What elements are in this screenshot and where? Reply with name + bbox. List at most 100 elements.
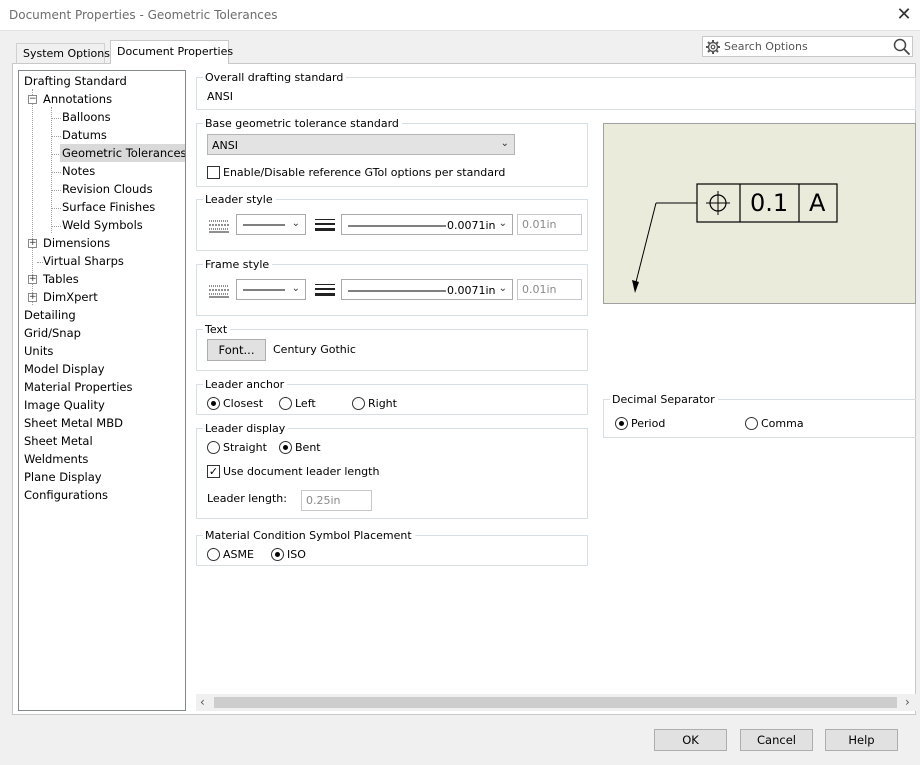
tree-item-grid-snap[interactable]: Grid/Snap (24, 324, 81, 342)
leader-display-title: Leader display (203, 422, 289, 435)
search-icon[interactable] (893, 38, 911, 56)
anchor-closest-radio[interactable] (207, 397, 220, 410)
mcs-iso-label: ISO (287, 548, 306, 561)
leader-length-field[interactable]: 0.25in (301, 490, 372, 511)
leader-line-style-select[interactable]: ⌄ (236, 214, 306, 235)
tree-item-datums[interactable]: Datums (62, 126, 107, 144)
tree-item-tables[interactable]: Tables (43, 270, 79, 288)
anchor-closest-label: Closest (223, 397, 264, 410)
help-button[interactable]: Help (825, 729, 898, 751)
decimal-period-radio[interactable] (615, 417, 628, 430)
tree-item-balloons[interactable]: Balloons (62, 108, 111, 126)
text-title: Text (203, 323, 231, 336)
scrollbar-thumb[interactable] (214, 697, 897, 708)
options-tree: Drafting Standard − Annotations Balloons… (18, 70, 186, 711)
frame-thickness-value: 0.0071in (447, 284, 496, 297)
tree-item-model-display[interactable]: Model Display (24, 360, 105, 378)
leader-straight-radio[interactable] (207, 441, 220, 454)
close-icon[interactable]: ✕ (893, 4, 915, 26)
gtol-preview: 0.1 A (603, 123, 916, 304)
overall-standard-value: ANSI (207, 90, 233, 103)
decimal-comma-label: Comma (761, 417, 804, 430)
leader-length-label: Leader length: (207, 492, 287, 505)
tree-item-plane-display[interactable]: Plane Display (24, 468, 102, 486)
anchor-right-label: Right (368, 397, 397, 410)
base-standard-select[interactable]: ANSI ⌄ (207, 134, 515, 155)
tree-item-notes[interactable]: Notes (62, 162, 95, 180)
line-thickness-icon (315, 219, 335, 231)
anchor-left-radio[interactable] (279, 397, 292, 410)
collapse-icon[interactable]: − (28, 95, 37, 104)
frame-style-title: Frame style (203, 258, 273, 271)
tree-item-weld-symbols[interactable]: Weld Symbols (62, 216, 143, 234)
chevron-down-icon: ⌄ (291, 218, 300, 229)
line-style-icon (209, 220, 229, 233)
ok-button[interactable]: OK (654, 729, 727, 751)
chevron-down-icon: ⌄ (498, 283, 507, 294)
chevron-down-icon: ⌄ (500, 138, 509, 149)
tree-item-detailing[interactable]: Detailing (24, 306, 76, 324)
anchor-left-label: Left (295, 397, 316, 410)
preview-tolerance-value: 0.1 (750, 189, 789, 217)
title-bar: Document Properties - Geometric Toleranc… (0, 0, 920, 31)
mcs-asme-radio[interactable] (207, 548, 220, 561)
leader-bent-radio[interactable] (279, 441, 292, 454)
scroll-left-icon[interactable]: ‹ (200, 695, 205, 709)
gtol-reference-checkbox[interactable] (207, 166, 220, 179)
search-input[interactable]: Search Options (702, 36, 913, 57)
gtol-reference-label: Enable/Disable reference GTol options pe… (223, 166, 506, 179)
tree-item-geometric-tolerances[interactable]: Geometric Tolerances (60, 144, 185, 162)
leader-thickness-value: 0.0071in (447, 219, 496, 232)
use-document-leader-length-checkbox[interactable]: ✓ (207, 465, 220, 478)
anchor-right-radio[interactable] (352, 397, 365, 410)
horizontal-scrollbar[interactable]: ‹ › (196, 694, 916, 711)
frame-custom-thickness-field[interactable]: 0.01in (517, 279, 582, 300)
scroll-right-icon[interactable]: › (905, 695, 910, 709)
mcs-asme-label: ASME (223, 548, 254, 561)
chevron-down-icon: ⌄ (291, 283, 300, 294)
tree-item-configurations[interactable]: Configurations (24, 486, 108, 504)
tree-item-annotations[interactable]: Annotations (43, 90, 112, 108)
expand-icon[interactable]: + (28, 239, 37, 248)
mcs-placement-title: Material Condition Symbol Placement (203, 529, 415, 542)
tree-item-revision-clouds[interactable]: Revision Clouds (62, 180, 153, 198)
frame-line-style-select[interactable]: ⌄ (236, 279, 306, 300)
chevron-down-icon: ⌄ (498, 218, 507, 229)
frame-thickness-select[interactable]: 0.0071in ⌄ (341, 279, 513, 300)
tree-item-dimxpert[interactable]: DimXpert (43, 288, 98, 306)
tree-item-sheet-metal[interactable]: Sheet Metal (24, 432, 93, 450)
window-title: Document Properties - Geometric Toleranc… (9, 8, 278, 22)
leader-style-title: Leader style (203, 193, 276, 206)
leader-bent-label: Bent (295, 441, 321, 454)
base-standard-value: ANSI (212, 139, 238, 152)
tree-item-units[interactable]: Units (24, 342, 53, 360)
tab-document-properties[interactable]: Document Properties (110, 40, 233, 64)
leader-thickness-select[interactable]: 0.0071in ⌄ (341, 214, 513, 235)
font-button[interactable]: Font... (207, 339, 266, 361)
leader-anchor-title: Leader anchor (203, 378, 288, 391)
tree-item-sheet-metal-mbd[interactable]: Sheet Metal MBD (24, 414, 123, 432)
line-style-icon (209, 285, 229, 298)
gear-icon (706, 40, 720, 54)
tree-item-material-properties[interactable]: Material Properties (24, 378, 133, 396)
expand-icon[interactable]: + (28, 293, 37, 302)
decimal-period-label: Period (631, 417, 666, 430)
preview-datum-label: A (809, 189, 826, 217)
tree-item-virtual-sharps[interactable]: Virtual Sharps (43, 252, 124, 270)
use-document-leader-length-label: Use document leader length (223, 465, 380, 478)
mcs-iso-radio[interactable] (271, 548, 284, 561)
tree-item-image-quality[interactable]: Image Quality (24, 396, 105, 414)
search-placeholder: Search Options (724, 40, 808, 53)
tree-item-dimensions[interactable]: Dimensions (43, 234, 110, 252)
tree-item-weldments[interactable]: Weldments (24, 450, 88, 468)
decimal-comma-radio[interactable] (745, 417, 758, 430)
tree-item-surface-finishes[interactable]: Surface Finishes (62, 198, 155, 216)
leader-custom-thickness-field[interactable]: 0.01in (517, 214, 582, 235)
expand-icon[interactable]: + (28, 275, 37, 284)
cancel-button[interactable]: Cancel (740, 729, 813, 751)
tree-item-drafting-standard[interactable]: Drafting Standard (24, 72, 127, 90)
font-name: Century Gothic (273, 343, 356, 356)
base-standard-title: Base geometric tolerance standard (203, 117, 402, 130)
tab-system-options[interactable]: System Options (16, 43, 110, 63)
decimal-separator-title: Decimal Separator (610, 393, 718, 406)
